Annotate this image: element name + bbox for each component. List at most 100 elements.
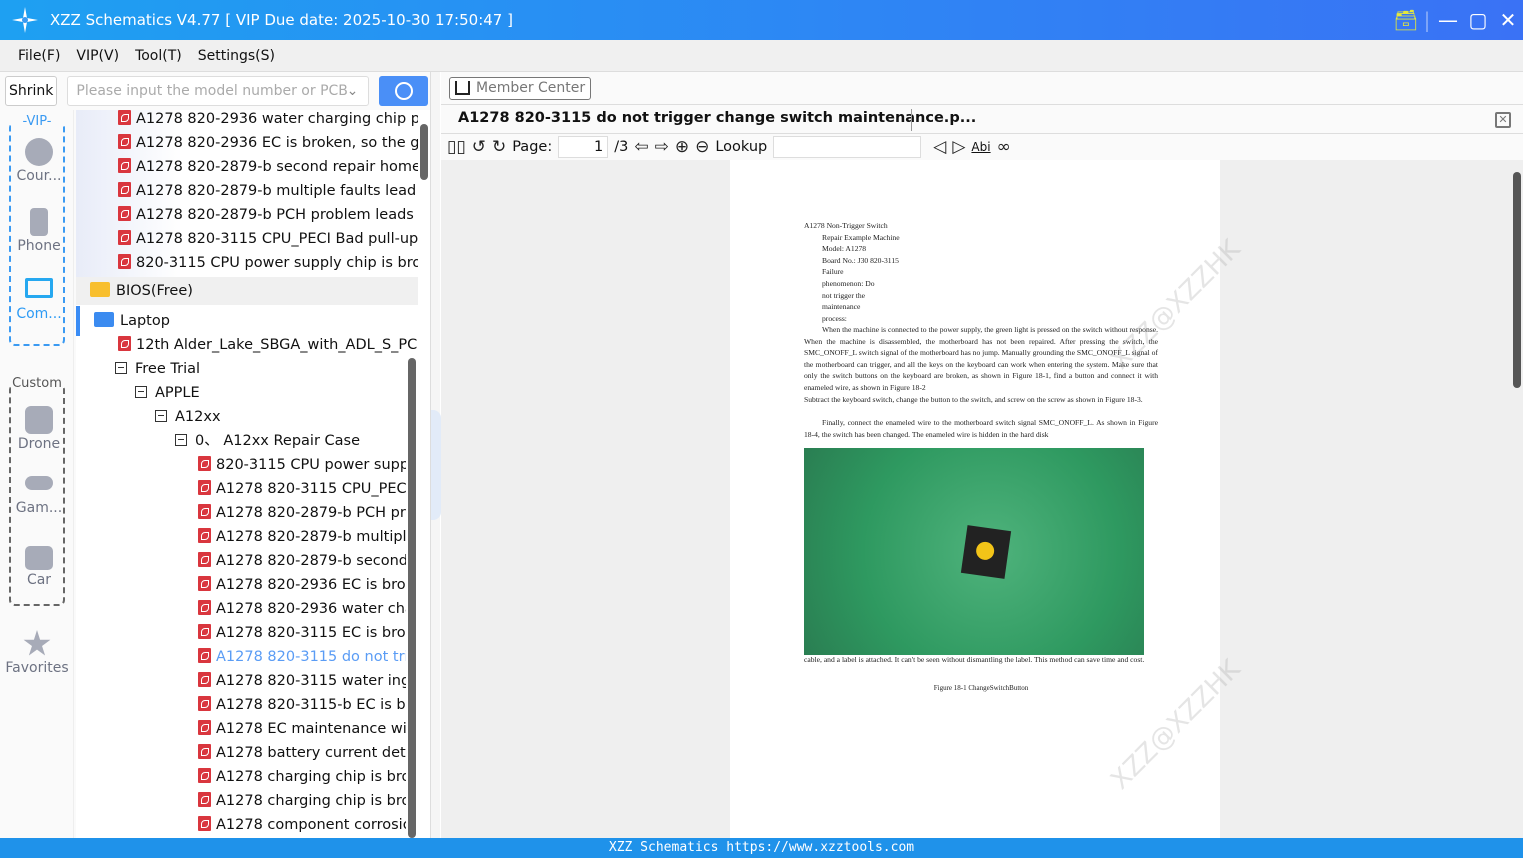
tree-file-item[interactable]: A1278 820-2936 EC is broken, so the gree… (118, 131, 418, 155)
document-line: Model: A1278 (822, 244, 867, 254)
document-tab[interactable]: A1278 820-3115 do not trigger change swi… (458, 110, 976, 126)
tree-scrollbar[interactable] (408, 358, 416, 838)
tree-file-item[interactable]: A1278 component corrosion (198, 813, 406, 837)
tree-file-item[interactable]: A1278 820-3115 CPU_PECI Bad (198, 477, 406, 501)
tree-file-item[interactable]: A1278 820-3115-b EC is broken (198, 693, 406, 717)
find-next-icon[interactable]: ▷ (952, 137, 965, 157)
search-button[interactable] (379, 76, 429, 106)
search-placeholder: Please input the model number or PCB (76, 83, 348, 99)
lookup-label: Lookup (715, 139, 768, 155)
lookup-input[interactable] (773, 136, 922, 158)
tree-file-item[interactable]: A1278 820-2879-b multiple faults (198, 525, 406, 549)
title-bar: XZZ Schematics V4.77 [ VIP Due date: 202… (0, 0, 1523, 40)
chevron-down-icon[interactable]: ⌄ (347, 77, 359, 105)
tree-file-item[interactable]: A1278 820-2879-b second repair home for (118, 155, 418, 179)
close-button[interactable]: ✕ (1493, 8, 1523, 32)
tree-file-item[interactable]: A1278 EC maintenance without (198, 717, 406, 741)
close-tab-icon[interactable]: ✕ (1495, 112, 1511, 128)
rail-item-favorites[interactable]: Favorites (0, 630, 74, 676)
tree-file-item[interactable]: A1278 820-3115 CPU_PECI Bad pull-up res (118, 227, 418, 251)
minimize-button[interactable]: — (1433, 8, 1463, 32)
pdf-viewer[interactable]: A1278 Non-Trigger Switch Repair Example M… (441, 160, 1523, 838)
category-rail: -VIP- Cour... Phone Com... Custom Drone … (0, 110, 74, 838)
tree-top-scrollbar[interactable] (420, 124, 428, 180)
rail-item-drone[interactable]: Drone (11, 406, 67, 452)
viewer-toolbar: ▯▯ ↺ ↻ Page: 1 /3 ⇦ ⇨ ⊕ ⊖ Lookup ◁ ▷ Abi… (447, 134, 1011, 160)
tree-file-item[interactable]: A1278 820-3115 EC is broken (198, 621, 406, 645)
tree-file-item[interactable]: A1278 charging chip is broken (198, 765, 406, 789)
tree-file-item[interactable]: A1278 battery current detection (198, 741, 406, 765)
briefcase-icon[interactable]: 🗃 (1391, 8, 1421, 32)
pdf-icon (198, 456, 211, 471)
rail-item-phone[interactable]: Phone (11, 208, 67, 254)
member-center-button[interactable]: Member Center (449, 77, 592, 100)
rail-item-computer[interactable]: Com... (11, 278, 67, 322)
tree-node-repair-case[interactable]: 0、 A12xx Repair Case (175, 429, 360, 453)
pdf-icon (118, 158, 131, 173)
rotate-left-icon[interactable]: ↺ (472, 137, 486, 157)
menu-vip[interactable]: VIP(V) (76, 48, 119, 64)
viewer-scrollbar[interactable] (1513, 172, 1521, 388)
find-prev-icon[interactable]: ◁ (933, 137, 946, 157)
tree-file-item[interactable]: 820-3115 CPU power supply chip (198, 453, 406, 477)
tree-node-apple[interactable]: APPLE (135, 381, 200, 405)
tree-node-free-trial[interactable]: Free Trial (115, 357, 200, 381)
tree-file-item[interactable]: 820-3115 CPU power supply chip is broken (118, 251, 418, 275)
pdf-icon (198, 744, 211, 759)
laptop-icon (25, 278, 53, 298)
tree-file-item[interactable]: A1278 820-2936 water charging (198, 597, 406, 621)
collapse-icon[interactable] (135, 386, 147, 398)
search-input[interactable]: Please input the model number or PCB ⌄ (67, 76, 370, 106)
tree-file-item[interactable]: A1278 820-2936 water charging chip pad l… (118, 110, 418, 131)
pdf-icon (198, 720, 211, 735)
pdf-icon (198, 792, 211, 807)
collapse-icon[interactable] (155, 410, 167, 422)
pdf-icon (118, 206, 131, 221)
tree-node-a12xx[interactable]: A12xx (155, 405, 221, 429)
app-logo-icon (12, 7, 38, 33)
maximize-button[interactable]: ▢ (1463, 8, 1493, 32)
pdf-icon (198, 624, 211, 639)
tree-file-item[interactable]: A1278 820-3115 do not trigger (198, 645, 406, 669)
paragraph-1: When the machine is connected to the pow… (804, 325, 1159, 392)
pdf-icon (118, 110, 131, 125)
pdf-icon (198, 672, 211, 687)
tree-node-alder-lake[interactable]: 12th Alder_Lake_SBGA_with_ADL_S_PCH_ (118, 333, 418, 357)
rail-item-courses[interactable]: Cour... (11, 138, 67, 184)
menu-tool[interactable]: Tool(T) (135, 48, 182, 64)
next-page-icon[interactable]: ⇨ (655, 137, 669, 157)
zoom-in-icon[interactable]: ⊕ (675, 137, 689, 157)
tree-file-item[interactable]: A1278 820-3115 water ingress (198, 669, 406, 693)
shrink-button[interactable]: Shrink (5, 76, 58, 106)
page-input[interactable]: 1 (558, 136, 609, 158)
tree-file-item[interactable]: A1278 820-2879-b second repair (198, 549, 406, 573)
tree-file-item[interactable]: A1278 820-2879-b multiple faults lead to… (118, 179, 418, 203)
panel-splitter[interactable] (430, 72, 441, 838)
pdf-icon (198, 528, 211, 543)
rotate-right-icon[interactable]: ↻ (492, 137, 506, 157)
collapse-icon[interactable] (175, 434, 187, 446)
rail-item-gaming[interactable]: Gam... (11, 476, 67, 516)
tree-folder-laptop[interactable]: Laptop (76, 306, 418, 336)
zoom-out-icon[interactable]: ⊖ (695, 137, 709, 157)
tree-file-item[interactable]: A1278 820-2879-b PCH problem (198, 501, 406, 525)
tree-file-item[interactable]: A1278 820-2879-b PCH problem leads to f (118, 203, 418, 227)
paragraph-4: cable, and a label is attached. It can't… (804, 655, 1145, 664)
menu-settings[interactable]: Settings(S) (198, 48, 275, 64)
tree-folder-bios[interactable]: BIOS(Free) (76, 277, 418, 305)
collapse-handle[interactable] (431, 410, 441, 520)
document-line: process: (822, 313, 847, 323)
pdf-icon (198, 480, 211, 495)
collapse-icon[interactable] (115, 362, 127, 374)
tree-file-item[interactable]: A1278 charging chip is broken (198, 789, 406, 813)
rail-item-car[interactable]: Car (11, 546, 67, 588)
two-page-icon[interactable]: ▯▯ (447, 137, 466, 157)
folder-icon (90, 282, 110, 297)
menu-file[interactable]: File(F) (18, 48, 60, 64)
binoculars-icon[interactable]: ∞ (997, 137, 1011, 157)
document-line: Failure (822, 267, 844, 277)
match-case-icon[interactable]: Abi (971, 140, 990, 154)
prev-page-icon[interactable]: ⇦ (634, 137, 648, 157)
tree-file-item[interactable]: A1278 820-2936 EC is broken (198, 573, 406, 597)
vip-group: -VIP- Cour... Phone Com... (9, 114, 67, 346)
